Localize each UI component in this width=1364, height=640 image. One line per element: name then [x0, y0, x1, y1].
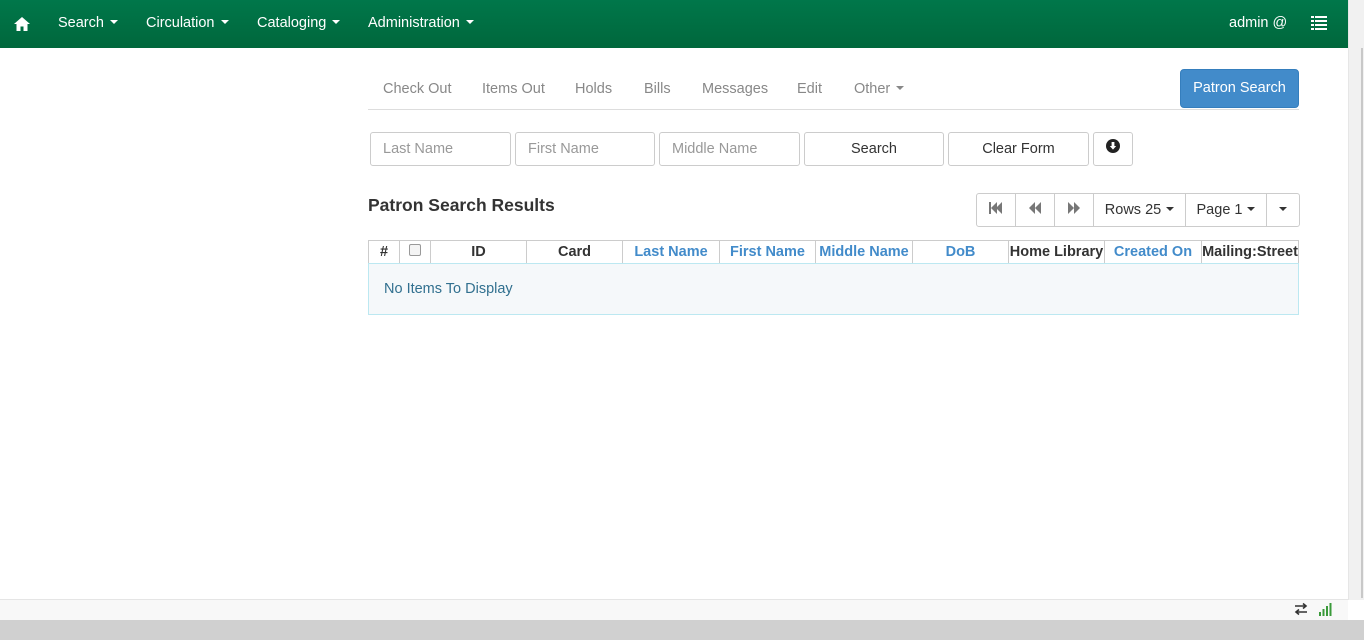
first-page-button[interactable]	[976, 193, 1016, 227]
tab-items-out[interactable]: Items Out	[482, 68, 545, 110]
top-navbar: Search Circulation Cataloging Administra…	[0, 0, 1348, 48]
first-page-icon	[989, 202, 1003, 218]
vertical-scrollbar[interactable]	[1348, 0, 1364, 600]
user-menu[interactable]: admin @	[1229, 0, 1287, 48]
column-id: ID	[431, 241, 527, 264]
previous-page-button[interactable]	[1015, 193, 1055, 227]
tab-other[interactable]: Other	[854, 68, 905, 110]
tab-check-out[interactable]: Check Out	[383, 68, 452, 110]
grid-header: # ID Card Last Name First Name Middle Na…	[368, 240, 1299, 264]
last-name-input[interactable]	[370, 132, 511, 166]
column-last-name[interactable]: Last Name	[623, 241, 720, 264]
nav-cataloging-menu[interactable]: Cataloging	[257, 0, 341, 48]
column-index: #	[369, 241, 400, 264]
empty-results-message: No Items To Display	[368, 263, 1299, 315]
column-first-name[interactable]: First Name	[720, 241, 816, 264]
signal-strength-icon	[1318, 602, 1332, 616]
column-middle-name[interactable]: Middle Name	[816, 241, 913, 264]
forward-icon	[1067, 202, 1081, 218]
grid-pager: Rows 25 Page 1	[976, 193, 1300, 227]
circle-arrow-down-icon	[1106, 133, 1120, 165]
next-page-button[interactable]	[1054, 193, 1094, 227]
search-button[interactable]: Search	[804, 132, 944, 166]
column-mailing-street: Mailing:Street	[1202, 244, 1298, 260]
tab-holds[interactable]: Holds	[575, 68, 612, 110]
tab-messages[interactable]: Messages	[702, 68, 768, 110]
column-dob[interactable]: DoB	[913, 241, 1009, 264]
results-title: Patron Search Results	[368, 195, 555, 215]
backward-icon	[1028, 202, 1042, 218]
first-name-input[interactable]	[515, 132, 655, 166]
column-select-all	[400, 241, 431, 264]
home-icon[interactable]	[10, 12, 34, 36]
list-menu-icon[interactable]	[1311, 16, 1329, 32]
column-card: Card	[527, 241, 623, 264]
clear-form-button[interactable]: Clear Form	[948, 132, 1089, 166]
expand-form-button[interactable]	[1093, 132, 1133, 166]
nav-search-menu[interactable]: Search	[58, 0, 118, 48]
window-bottom-bar	[0, 620, 1364, 640]
scrollbar-thumb[interactable]	[1361, 48, 1363, 598]
nav-administration-menu[interactable]: Administration	[368, 0, 474, 48]
patron-search-button[interactable]: Patron Search	[1180, 69, 1299, 108]
status-bar	[0, 600, 1348, 620]
rows-per-page-dropdown[interactable]: Rows 25	[1093, 193, 1186, 227]
middle-name-input[interactable]	[659, 132, 800, 166]
tab-bills[interactable]: Bills	[644, 68, 671, 110]
transfer-icon	[1294, 602, 1308, 616]
column-home-library: Home Library	[1009, 241, 1105, 264]
page-select-dropdown[interactable]: Page 1	[1185, 193, 1267, 227]
column-created-on[interactable]: Created On	[1105, 241, 1202, 264]
patron-tabs: Check Out Items Out Holds Bills Messages…	[368, 68, 1299, 110]
select-all-checkbox[interactable]	[409, 243, 421, 256]
nav-circulation-menu[interactable]: Circulation	[146, 0, 229, 48]
tab-edit[interactable]: Edit	[797, 68, 822, 110]
grid-options-dropdown[interactable]	[1266, 193, 1300, 227]
